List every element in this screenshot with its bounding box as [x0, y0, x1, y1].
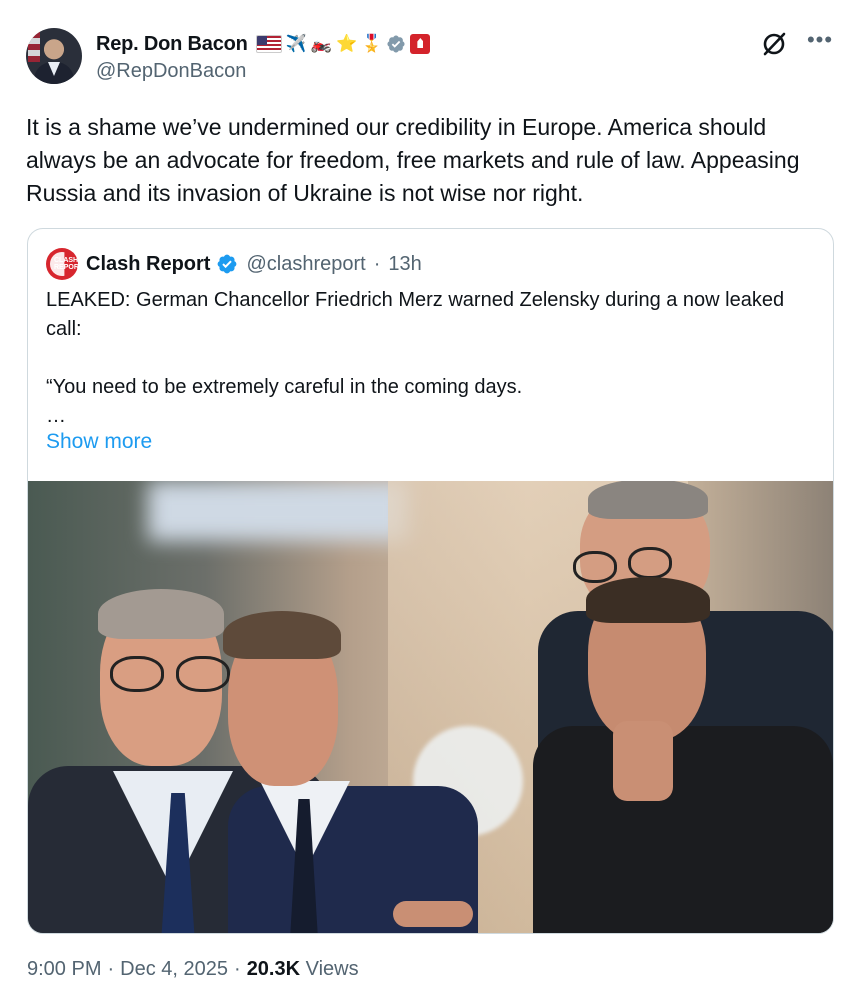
author-name-row: Rep. Don Bacon ✈️ 🏍️ ⭐ 🎖️ — [96, 31, 431, 57]
airplane-icon: ✈️ — [285, 34, 307, 54]
us-flag-icon — [255, 35, 282, 53]
show-more-link[interactable]: Show more — [46, 430, 152, 454]
medal-icon: 🎖️ — [361, 34, 383, 54]
quote-separator: · — [373, 252, 381, 275]
tweet-date[interactable]: Dec 4, 2025 — [120, 958, 228, 981]
quote-handle[interactable]: @clashreport — [246, 253, 365, 276]
star-icon: ⭐ — [336, 34, 358, 54]
grok-icon[interactable] — [760, 30, 788, 58]
quote-text: LEAKED: German Chancellor Friedrich Merz… — [46, 289, 785, 427]
tweet-meta: 9:00 PM · Dec 4, 2025 · 20.3K Views — [27, 958, 359, 981]
author-handle[interactable]: @RepDonBacon — [96, 60, 246, 83]
more-options-icon[interactable]: ••• — [806, 28, 834, 56]
meta-separator: · — [234, 958, 241, 980]
tweet-time[interactable]: 9:00 PM — [27, 958, 101, 981]
views-count: 20.3K — [246, 958, 301, 980]
quote-avatar[interactable]: CLASH REPORT — [46, 248, 78, 280]
views-label: Views — [305, 958, 359, 980]
author-display-name[interactable]: Rep. Don Bacon — [96, 33, 248, 56]
quote-header: CLASH REPORT Clash Report @clashreport ·… — [46, 248, 422, 280]
views-count-group[interactable]: 20.3K Views — [247, 958, 359, 981]
quote-time[interactable]: 13h — [388, 253, 421, 276]
verified-blue-icon — [218, 254, 237, 274]
author-avatar[interactable] — [26, 28, 82, 84]
motorcycle-icon: 🏍️ — [310, 34, 332, 54]
meta-separator: · — [107, 958, 115, 980]
verified-gray-icon[interactable] — [386, 34, 406, 54]
tweet-text: It is a shame we’ve undermined our credi… — [26, 114, 800, 206]
quote-display-name[interactable]: Clash Report — [86, 253, 210, 276]
affiliate-label-icon[interactable] — [410, 34, 431, 54]
quote-photo[interactable] — [28, 481, 833, 933]
quoted-tweet[interactable]: CLASH REPORT Clash Report @clashreport ·… — [27, 228, 834, 934]
